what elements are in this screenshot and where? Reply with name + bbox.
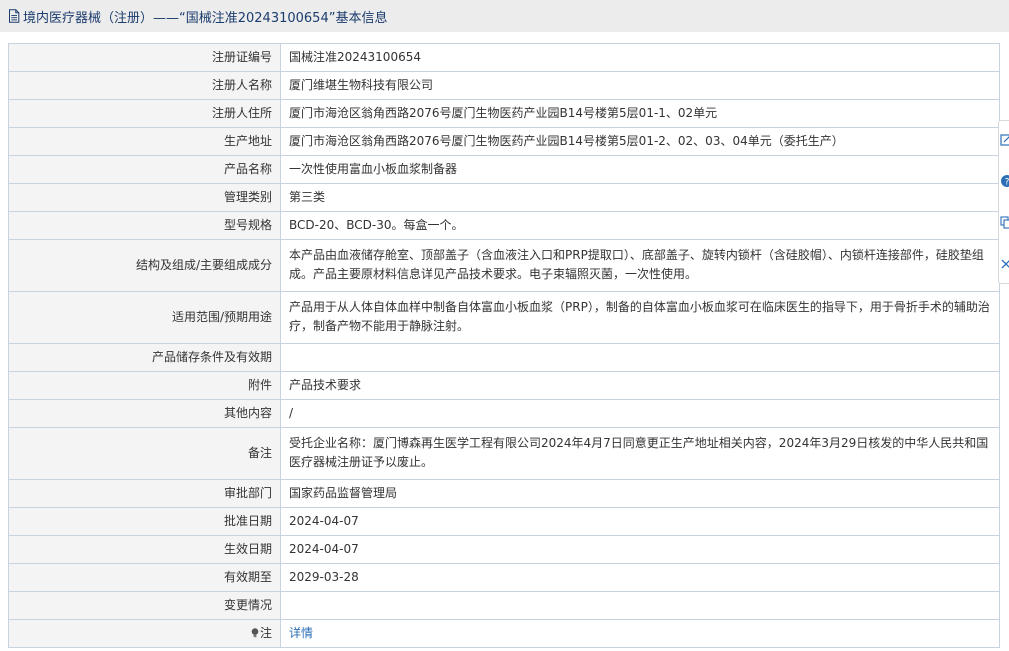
table-row: 附件 产品技术要求 (8, 371, 1000, 400)
row-label: 生产地址 (8, 127, 281, 156)
row-value: 厦门维堪生物科技有限公司 (280, 71, 1000, 100)
row-label: 审批部门 (8, 479, 281, 508)
table-row: 备注 受托企业名称：厦门博森再生医学工程有限公司2024年4月7日同意更正生产地… (8, 427, 1000, 480)
table-row: 有效期至 2029-03-28 (8, 563, 1000, 592)
note-label-cell: 注 (8, 619, 281, 648)
row-value-cell: 详情 (280, 619, 1000, 648)
row-value: 产品技术要求 (280, 371, 1000, 400)
table-row: 其他内容 / (8, 399, 1000, 428)
row-value: 产品用于从人体自体血样中制备自体富血小板血浆（PRP），制备的自体富血小板血浆可… (280, 291, 1000, 344)
row-value: 国械注准20243100654 (280, 43, 1000, 72)
table-row: 注 详情 (8, 619, 1000, 648)
row-label: 备注 (8, 427, 281, 480)
row-value: BCD-20、BCD-30。每盒一个。 (280, 211, 1000, 240)
table-row: 型号规格 BCD-20、BCD-30。每盒一个。 (8, 211, 1000, 240)
row-value: 国家药品监督管理局 (280, 479, 1000, 508)
row-value: 第三类 (280, 183, 1000, 212)
page-title: 境内医疗器械（注册）——“国械注准20243100654”基本信息 (23, 10, 388, 26)
row-value (280, 343, 1000, 372)
table-row: 审批部门 国家药品监督管理局 (8, 479, 1000, 508)
row-label: 管理类别 (8, 183, 281, 212)
table-row: 注册证编号 国械注准20243100654 (8, 43, 1000, 72)
row-label: 批准日期 (8, 507, 281, 536)
row-label: 附件 (8, 371, 281, 400)
table-row: 产品名称 一次性使用富血小板血浆制备器 (8, 155, 1000, 184)
row-value: 本产品由血液储存舱室、顶部盖子（含血液注入口和PRP提取口）、底部盖子、旋转内锁… (280, 239, 1000, 292)
row-value: 2029-03-28 (280, 563, 1000, 592)
copy-icon[interactable] (1000, 216, 1009, 230)
row-value: 2024-04-07 (280, 535, 1000, 564)
table-row: 结构及组成/主要组成成分 本产品由血液储存舱室、顶部盖子（含血液注入口和PRP提… (8, 239, 1000, 292)
row-label: 注册证编号 (8, 43, 281, 72)
row-value: 受托企业名称：厦门博森再生医学工程有限公司2024年4月7日同意更正生产地址相关… (280, 427, 1000, 480)
row-label: 型号规格 (8, 211, 281, 240)
svg-text:?: ? (1005, 178, 1009, 188)
row-label: 生效日期 (8, 535, 281, 564)
row-value (280, 591, 1000, 620)
lightbulb-icon (251, 628, 259, 638)
details-link[interactable]: 详情 (289, 626, 313, 640)
row-label: 注册人住所 (8, 99, 281, 128)
table-row: 注册人名称 厦门维堪生物科技有限公司 (8, 71, 1000, 100)
row-label: 产品储存条件及有效期 (8, 343, 281, 372)
row-value: / (280, 399, 1000, 428)
row-value: 厦门市海沧区翁角西路2076号厦门生物医药产业园B14号楼第5层01-1、02单… (280, 99, 1000, 128)
table-row: 管理类别 第三类 (8, 183, 1000, 212)
row-label: 变更情况 (8, 591, 281, 620)
table-row: 生效日期 2024-04-07 (8, 535, 1000, 564)
help-icon[interactable]: ? (1000, 174, 1009, 188)
document-icon (9, 9, 20, 23)
row-label: 其他内容 (8, 399, 281, 428)
page-header: 境内医疗器械（注册）——“国械注准20243100654”基本信息 (0, 0, 1009, 32)
row-label: 适用范围/预期用途 (8, 291, 281, 344)
table-row: 注册人住所 厦门市海沧区翁角西路2076号厦门生物医药产业园B14号楼第5层01… (8, 99, 1000, 128)
table-row: 适用范围/预期用途 产品用于从人体自体血样中制备自体富血小板血浆（PRP），制备… (8, 291, 1000, 344)
edit-icon[interactable] (1000, 133, 1009, 147)
row-value: 2024-04-07 (280, 507, 1000, 536)
table-row: 生产地址 厦门市海沧区翁角西路2076号厦门生物医药产业园B14号楼第5层01-… (8, 127, 1000, 156)
side-toolbar: ? (998, 120, 1009, 284)
row-value: 一次性使用富血小板血浆制备器 (280, 155, 1000, 184)
row-label: 有效期至 (8, 563, 281, 592)
table-row: 产品储存条件及有效期 (8, 343, 1000, 372)
row-label: 注册人名称 (8, 71, 281, 100)
row-label: 注 (259, 626, 272, 640)
row-value: 厦门市海沧区翁角西路2076号厦门生物医药产业园B14号楼第5层01-2、02、… (280, 127, 1000, 156)
detail-table: 注册证编号 国械注准20243100654 注册人名称 厦门维堪生物科技有限公司… (8, 43, 1000, 648)
close-icon[interactable] (1000, 257, 1009, 271)
row-label: 产品名称 (8, 155, 281, 184)
table-row: 批准日期 2024-04-07 (8, 507, 1000, 536)
table-row: 变更情况 (8, 591, 1000, 620)
row-label: 结构及组成/主要组成成分 (8, 239, 281, 292)
